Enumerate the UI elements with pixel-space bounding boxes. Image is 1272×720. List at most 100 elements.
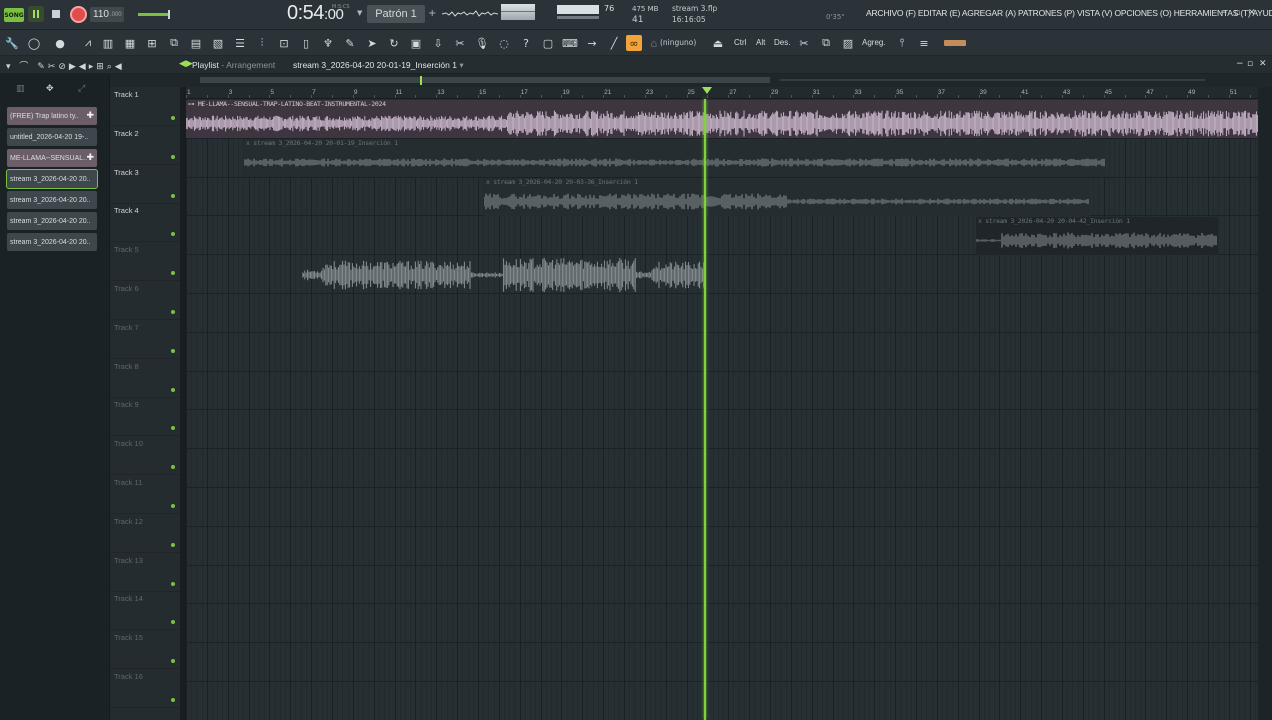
cut-tool-icon[interactable]: ✂	[796, 35, 812, 51]
waveform-icon[interactable]: ⩘	[80, 35, 96, 51]
track-header[interactable]: Track 16	[110, 669, 180, 708]
close-icon[interactable]: ✕	[1248, 8, 1256, 18]
track-header[interactable]: Track 1	[110, 87, 180, 126]
track-mute-led[interactable]	[171, 542, 175, 547]
track-mute-led[interactable]	[171, 271, 175, 276]
horizontal-scrollbar[interactable]	[110, 74, 1272, 87]
track-header[interactable]: Track 11	[110, 475, 180, 514]
add-icon[interactable]: ⊞	[144, 35, 160, 51]
playlist-tool-icons[interactable]: ▾ ⌒ ✎✂⊘▶◀▸⊞⌕◀	[6, 59, 125, 72]
audio-clip[interactable]: x stream 3_2026-04-20 20-04-42_Inserción…	[976, 217, 1218, 255]
playhead-marker[interactable]	[702, 87, 712, 94]
browser-icon[interactable]: ▤	[188, 35, 204, 51]
minimize-icon[interactable]: −	[1220, 8, 1228, 18]
wrench-icon[interactable]: 🔧	[4, 35, 20, 51]
playlist-minimize-icon[interactable]: −	[1236, 59, 1244, 69]
audio-clip[interactable]: x stream 3_2026-04-20 20-01-19_Inserción…	[244, 139, 1106, 177]
track-header[interactable]: Track 9	[110, 397, 180, 437]
help-icon[interactable]: ?	[518, 35, 534, 51]
pause-button[interactable]	[28, 6, 44, 22]
file-icon[interactable]: ▯	[298, 35, 314, 51]
plugin-icon[interactable]: ⊡	[276, 35, 292, 51]
track-mute-led[interactable]	[171, 348, 175, 353]
next-icon[interactable]: →	[584, 35, 600, 51]
track-mute-led[interactable]	[171, 426, 175, 431]
track-header[interactable]: Track 7	[110, 320, 180, 359]
track-mute-led[interactable]	[171, 698, 175, 702]
track-mute-led[interactable]	[171, 659, 175, 664]
restore-icon[interactable]: ▫	[1234, 8, 1240, 18]
track-header[interactable]: Track 15	[110, 630, 180, 670]
knob-icon[interactable]: ●	[52, 35, 68, 51]
track-header[interactable]: Track 12	[110, 514, 180, 553]
pattern-selector[interactable]: Patrón 1	[367, 5, 425, 23]
record-audio-icon[interactable]: 🎙	[474, 35, 490, 51]
track-mute-led[interactable]	[171, 581, 175, 586]
picker-item[interactable]: stream 3_2026-04-20 20..	[6, 169, 98, 189]
track-header[interactable]: Track 10	[110, 436, 180, 476]
record-button[interactable]	[70, 6, 87, 23]
track-mute-led[interactable]	[171, 193, 175, 198]
playlist-close-icon[interactable]: ✕	[1259, 59, 1267, 69]
step-seq-icon[interactable]: ▦	[122, 35, 138, 51]
picker-item[interactable]: ME-LLAMA--SENSUAL.. ✚	[7, 149, 97, 167]
refresh-icon[interactable]: ↻	[386, 35, 402, 51]
audio-clip[interactable]: ⊶ ME-LLAMA--SENSUAL-TRAP-LATINO-BEAT-INS…	[186, 100, 1258, 138]
alt-toggle[interactable]: Alt	[756, 38, 765, 47]
audio-clip[interactable]: x stream 3_2026-04-20 20-03-36_Inserción…	[484, 178, 1090, 216]
snap-selector[interactable]: (ninguno)	[660, 38, 696, 47]
pencil-icon[interactable]: ✎	[342, 35, 358, 51]
pattern-arrow-icon[interactable]: ▼	[357, 9, 362, 17]
playlist-arrow-icon[interactable]: ◀▶	[179, 59, 193, 69]
mixer-icon[interactable]: ⫶	[254, 35, 270, 51]
tempo-display[interactable]: 110.000	[90, 7, 124, 22]
picker-item[interactable]: stream 3_2026-04-20 20..	[7, 191, 97, 209]
picker-move-icon[interactable]: ✥	[46, 84, 54, 94]
track-header[interactable]: Track 3	[110, 165, 180, 204]
audio-clip[interactable]	[302, 257, 704, 293]
export-icon[interactable]: ⇩	[430, 35, 446, 51]
track-header[interactable]: Track 5	[110, 242, 180, 282]
track-header[interactable]: Track 14	[110, 591, 180, 631]
keyboard-icon[interactable]: ⌨	[562, 35, 578, 51]
paste-icon[interactable]: ▨	[840, 35, 856, 51]
channel-rack-icon[interactable]: ☰	[232, 35, 248, 51]
main-menu[interactable]: ARCHIVO (F) EDITAR (E) AGREGAR (A) PATRO…	[866, 8, 1272, 18]
track-header[interactable]: Track 13	[110, 553, 180, 592]
chat-icon[interactable]: ◌	[496, 35, 512, 51]
window-icon[interactable]: ▢	[540, 35, 556, 51]
vertical-scrollbar[interactable]	[1258, 87, 1272, 720]
paint-icon[interactable]: ╱	[606, 35, 622, 51]
link-icon[interactable]: ⧉	[166, 35, 182, 51]
add-toggle[interactable]: Agreg.	[862, 38, 886, 47]
playlist-restore-icon[interactable]: ▫	[1247, 59, 1253, 69]
ctrl-toggle[interactable]: Ctrl	[734, 38, 746, 47]
track-header[interactable]: Track 2	[110, 126, 180, 165]
playlist-icon[interactable]: ▧	[210, 35, 226, 51]
current-clip-selector[interactable]: stream 3_2026-04-20 20-01-19_Inserción 1…	[293, 60, 464, 71]
picker-item[interactable]: (FREE) Trap latino ty.. ✚	[7, 107, 97, 125]
song-mode-badge[interactable]: SONG	[4, 8, 24, 22]
playlist-title[interactable]: Playlist - Arrangement	[192, 60, 275, 70]
track-header[interactable]: Track 8	[110, 359, 180, 398]
track-mute-led[interactable]	[171, 504, 175, 508]
track-header[interactable]: Track 6	[110, 281, 180, 320]
playlist-grid[interactable]: ⊶ ME-LLAMA--SENSUAL-TRAP-LATINO-BEAT-INS…	[186, 99, 1258, 720]
scroll-thumb[interactable]	[200, 77, 770, 83]
picker-grid-icon[interactable]: ▥	[16, 84, 25, 94]
copy-icon[interactable]: ⧉	[818, 35, 834, 51]
undo-toggle[interactable]: Des.	[774, 38, 790, 47]
arrangement-label[interactable]: Arrangement	[226, 60, 275, 70]
picker-resize-icon[interactable]: ⤢	[78, 84, 85, 94]
add-pattern-icon[interactable]: +	[428, 8, 436, 19]
track-mute-led[interactable]	[171, 232, 175, 237]
mic-icon[interactable]: ♆	[320, 35, 336, 51]
picker-item[interactable]: stream 3_2026-04-20 20..	[7, 212, 97, 230]
loop-icon[interactable]: ◯	[26, 35, 42, 51]
stamp-icon[interactable]: ⏏	[710, 35, 726, 51]
picker-item[interactable]: untitled_2026-04-20 19-..	[7, 128, 97, 146]
piano-icon[interactable]: ▥	[100, 35, 116, 51]
track-header[interactable]: Track 4	[110, 203, 180, 243]
cut-icon[interactable]: ✂	[452, 35, 468, 51]
master-volume-slider[interactable]	[138, 10, 170, 19]
